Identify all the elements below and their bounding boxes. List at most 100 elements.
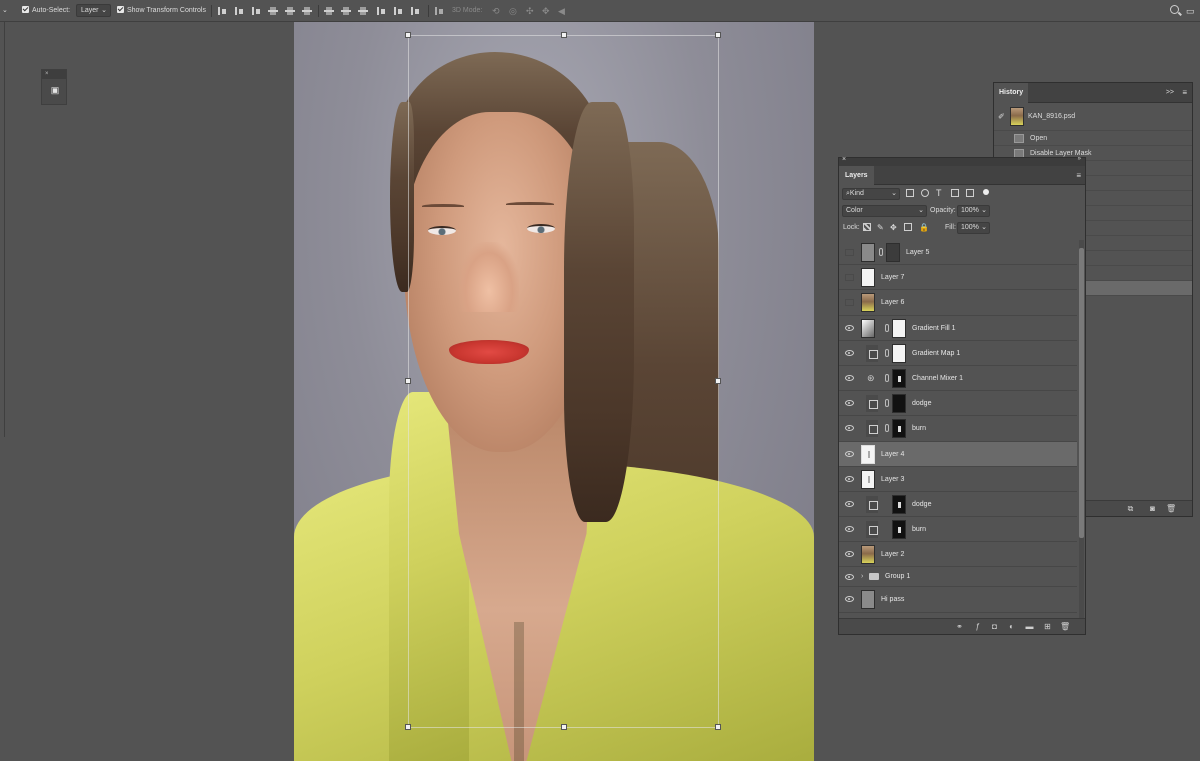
visibility-eye-icon[interactable] [845,574,854,581]
visibility-eye-icon[interactable] [845,324,854,331]
layer-row[interactable]: Layer 2 [839,542,1077,568]
panel-drag-strip[interactable]: × » [839,156,1085,166]
filter-pixel-layers-icon[interactable] [906,189,914,197]
mask-link-icon[interactable] [885,373,889,382]
layer-list[interactable]: Layer 5 Layer 7 Layer 6 Gradient Fill 1 [839,240,1077,618]
show-transform-controls-checkbox[interactable]: Show Transform Controls [117,0,206,22]
add-mask-icon[interactable]: ◘ [990,622,999,631]
visibility-eye-icon[interactable] [845,500,854,507]
workspace-icon[interactable]: ▭ [1186,0,1195,22]
close-icon[interactable]: × [842,156,846,163]
layers-tab[interactable]: Layers [839,166,874,185]
layer-mask-thumbnail[interactable] [886,243,900,262]
align-vertical-centers-icon[interactable] [234,6,244,16]
layer-row[interactable]: Gradient Map 1 [839,341,1077,366]
panel-menu-icon[interactable]: ≡ [1076,166,1081,185]
filter-smart-objects-icon[interactable] [966,189,974,197]
layer-row[interactable]: dodge [839,492,1077,518]
panel-menu-icon[interactable]: ≡ [1182,83,1187,103]
align-right-edges-icon[interactable] [302,6,312,16]
mask-link-icon[interactable] [885,348,889,357]
visibility-eye-icon[interactable] [845,425,854,432]
layer-mask-thumbnail[interactable] [892,343,906,363]
tool-preset-chevron-icon[interactable]: ⌄ [2,0,8,22]
visibility-eye-icon[interactable] [845,551,854,558]
3d-slide-icon[interactable]: ✥ [542,0,550,22]
auto-align-layers-icon[interactable] [434,6,444,16]
visibility-eye-icon[interactable] [845,596,854,603]
new-adjustment-layer-icon[interactable]: ◐ [1007,622,1016,631]
auto-select-checkbox[interactable]: Auto-Select: [22,0,70,22]
layer-row-selected[interactable]: Layer 4 [839,441,1077,467]
new-document-from-state-icon[interactable]: ⧉ [1126,504,1135,513]
align-bottom-edges-icon[interactable] [251,6,261,16]
distribute-horizontal-centers-icon[interactable] [393,6,403,16]
align-top-edges-icon[interactable] [217,6,227,16]
layer-mask-thumbnail[interactable] [892,368,906,388]
auto-select-target-dropdown[interactable]: Layer ⌄ [76,4,111,17]
layer-mask-thumbnail[interactable] [892,318,906,338]
visibility-eye-icon[interactable] [845,349,854,356]
new-group-folder-icon[interactable]: ▬ [1025,622,1034,631]
layer-row[interactable]: burn [839,416,1077,442]
lock-transparent-pixels-icon[interactable] [863,223,871,231]
layer-mask-thumbnail[interactable] [892,520,906,540]
search-icon[interactable] [1170,5,1179,14]
layer-row[interactable]: burn [839,517,1077,543]
layer-row[interactable]: ⊛ Channel Mixer 1 [839,366,1077,392]
layer-mask-thumbnail[interactable] [892,394,906,414]
lock-image-pixels-icon[interactable]: ✎ [877,219,884,236]
filter-adjustment-layers-icon[interactable] [921,189,929,197]
layer-row[interactable]: Layer 5 [839,240,1077,266]
distribute-top-edges-icon[interactable] [324,6,334,16]
history-item[interactable]: Open [994,131,1192,146]
layer-mask-thumbnail[interactable] [892,494,906,514]
new-layer-icon[interactable]: ⊞ [1043,622,1052,631]
3d-drag-icon[interactable]: ✣ [526,0,534,22]
layer-row[interactable]: Layer 7 [839,265,1077,291]
3d-roll-icon[interactable]: ◎ [509,0,517,22]
layer-row[interactable]: Gradient Fill 1 [839,316,1077,341]
opacity-field[interactable]: 100% ⌄ [957,205,990,217]
mask-link-icon[interactable] [885,323,889,332]
mask-link-icon[interactable] [885,399,889,408]
align-left-edges-icon[interactable] [268,6,278,16]
history-brush-source-icon[interactable]: ✐ [998,103,1005,131]
layer-group-row[interactable]: › Group 1 [839,567,1077,588]
layer-filter-kind-dropdown[interactable]: ⌕Kind ⌄ [842,188,900,200]
layer-row[interactable]: dodge [839,391,1077,417]
layer-mask-thumbnail[interactable] [892,419,906,439]
3d-scale-icon[interactable]: ◀ [558,0,565,22]
visibility-off-icon[interactable] [845,299,854,307]
mask-link-icon[interactable] [885,424,889,433]
lock-position-icon[interactable]: ✥ [890,219,897,236]
distribute-bottom-edges-icon[interactable] [358,6,368,16]
camera-icon[interactable]: ◙ [1148,504,1157,513]
visibility-eye-icon[interactable] [845,450,854,457]
history-tab[interactable]: History [994,83,1029,103]
panel-collapse-icon[interactable]: >> [1166,83,1174,103]
distribute-right-edges-icon[interactable] [410,6,420,16]
filter-type-layers-icon[interactable]: T [936,185,942,202]
panel-collapse-icon[interactable]: » [1078,156,1081,162]
layer-row[interactable]: Layer 6 [839,290,1077,316]
layer-row[interactable]: Hi pass [839,587,1077,613]
mask-link-icon[interactable] [879,248,883,256]
distribute-left-edges-icon[interactable] [376,6,386,16]
lock-all-icon[interactable]: 🔒 [919,219,929,236]
visibility-eye-icon[interactable] [845,475,854,482]
tool-panel-header[interactable]: × [42,70,66,79]
trash-icon[interactable]: 🗑 [1166,504,1176,513]
visibility-eye-icon[interactable] [845,526,854,533]
trash-icon[interactable]: 🗑 [1060,622,1070,631]
filter-shape-layers-icon[interactable] [951,189,959,197]
layers-scrollbar-thumb[interactable] [1079,248,1084,538]
chevron-right-icon[interactable]: › [861,567,863,587]
filter-toggle-icon[interactable] [983,189,989,195]
visibility-off-icon[interactable] [845,249,854,256]
visibility-eye-icon[interactable] [845,400,854,407]
fill-field[interactable]: 100% ⌄ [957,222,990,234]
history-snapshot[interactable]: ✐ KAN_8916.psd [994,103,1192,131]
document-canvas[interactable] [294,22,814,761]
blend-mode-dropdown[interactable]: Color ⌄ [842,205,927,217]
